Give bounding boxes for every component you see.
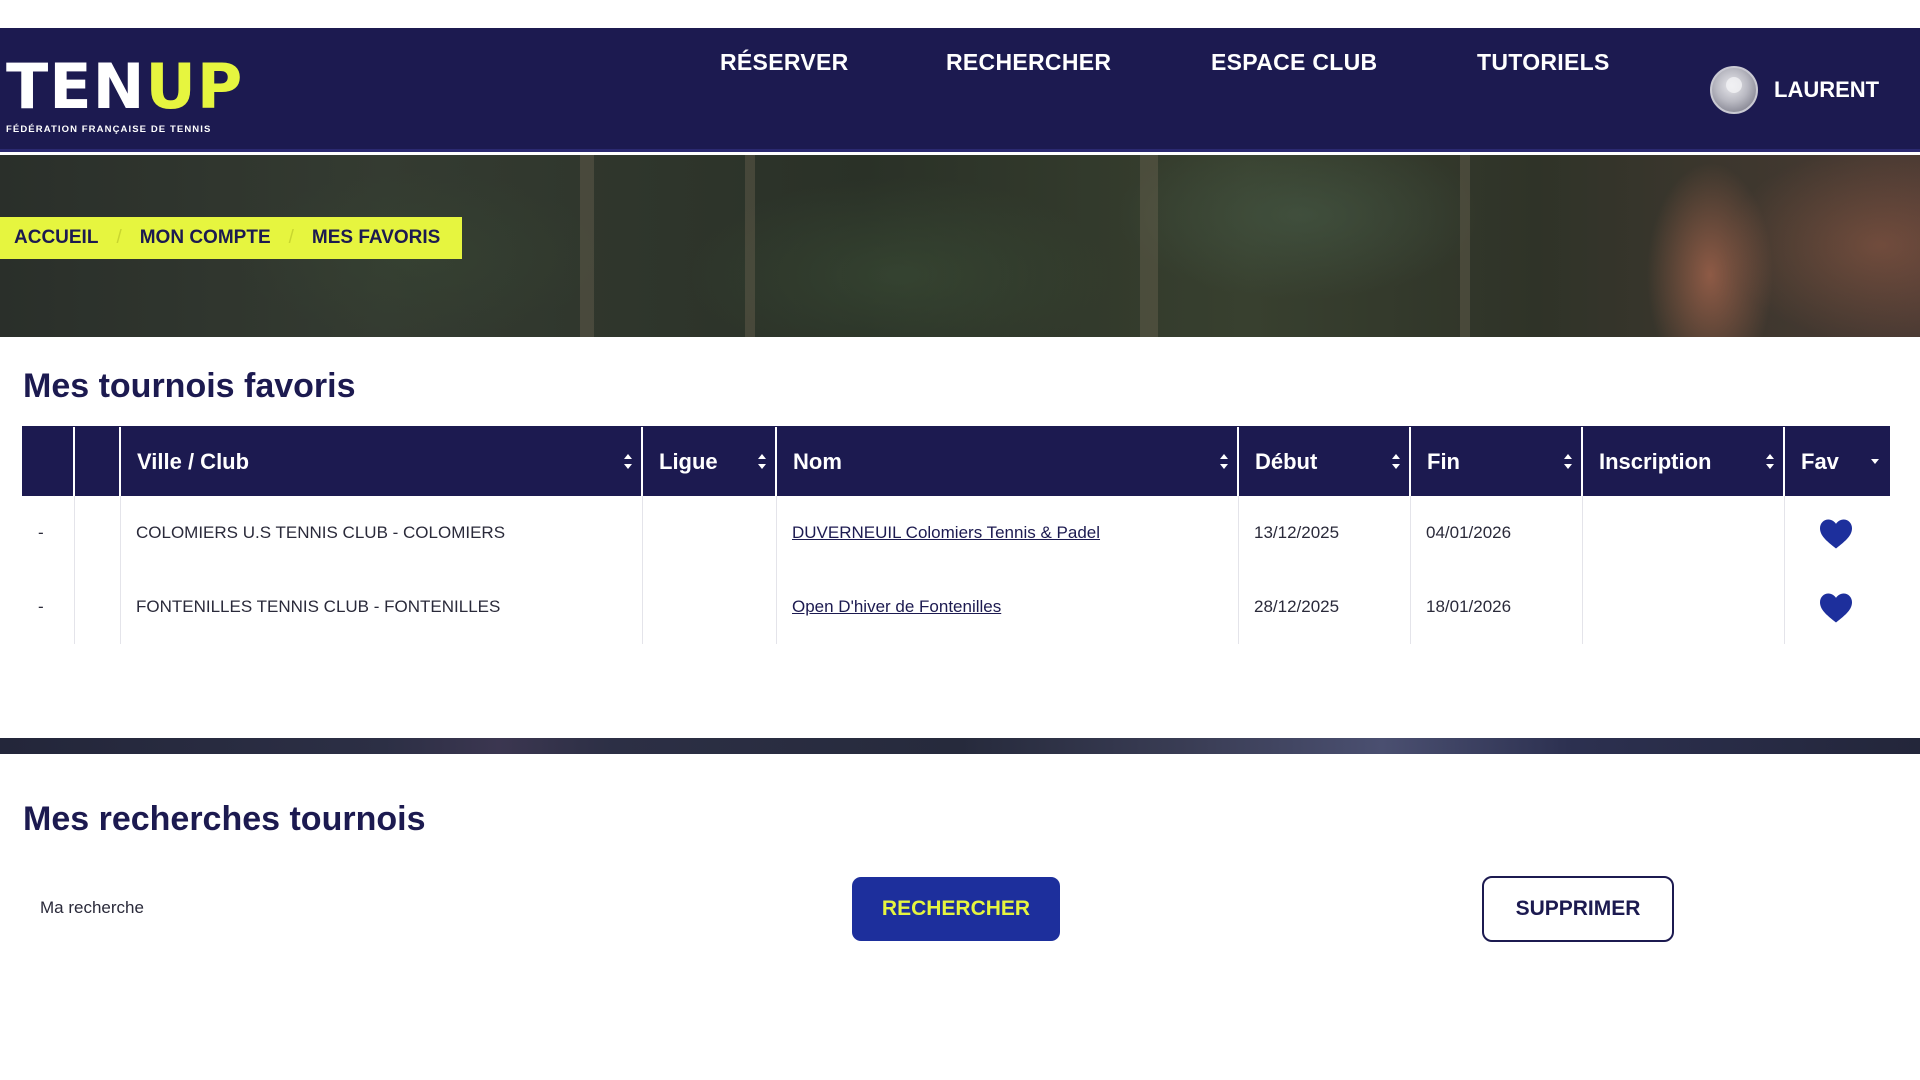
table-row: - FONTENILLES TENNIS CLUB - FONTENILLES … [22,570,1890,644]
column-header-fav[interactable]: Fav [1785,427,1889,497]
column-header-nom[interactable]: Nom [777,427,1239,497]
sort-icon [1765,454,1775,472]
favorite-heart-icon[interactable] [1818,592,1854,624]
hero-decor [1460,155,1470,337]
table-body: - COLOMIERS U.S TENNIS CLUB - COLOMIERS … [22,496,1890,644]
saved-search-label: Ma recherche [40,898,144,917]
cell-club: FONTENILLES TENNIS CLUB - FONTENILLES [136,597,501,616]
sort-icon [1219,454,1229,472]
cell-inscription [1582,496,1598,570]
column-header-ville-club[interactable]: Ville / Club [121,427,643,497]
hero-decor [1140,155,1158,337]
favorites-title: Mes tournois favoris [23,367,356,405]
user-name: LAURENT [1774,77,1880,102]
nav-item-rechercher[interactable]: RECHERCHER [946,0,1111,124]
logo-tagline: FÉDÉRATION FRANÇAISE DE TENNIS [6,124,212,135]
logo-up-text: UP [145,50,244,123]
user-avatar-icon [1710,66,1758,114]
column-header-fin[interactable]: Fin [1411,427,1583,497]
column-header-label: Fav [1801,449,1839,474]
sort-icon [1563,454,1573,472]
column-header-inscription[interactable]: Inscription [1583,427,1785,497]
column-header-blank-2 [75,427,121,497]
row-blank-cell [74,496,120,570]
breadcrumb-separator: / [116,227,122,248]
sort-icon [623,454,633,472]
breadcrumb: ACCUEIL / MON COMPTE / MES FAVORIS [0,217,463,259]
row-marker: - [38,597,44,616]
column-header-label: Ligue [659,449,718,474]
nav-item-reserver[interactable]: RÉSERVER [720,0,849,124]
section-divider [0,738,1920,754]
user-menu[interactable]: LAURENT [1710,28,1879,152]
favorites-table: Ville / Club Ligue Nom Début Fin Inscrip… [22,426,1890,644]
column-header-label: Ville / Club [137,449,250,474]
column-header-label: Fin [1427,449,1460,474]
cell-ligue [642,570,658,644]
nav-item-tutoriels[interactable]: TUTORIELS [1477,0,1610,124]
logo-ten-text: TEN [6,50,146,123]
sort-icon [1391,454,1401,472]
cell-fin: 04/01/2026 [1426,523,1512,542]
run-search-button[interactable]: RECHERCHER [852,877,1060,941]
table-header: Ville / Club Ligue Nom Début Fin Inscrip… [22,426,1890,497]
cell-tournament-link[interactable]: Open D'hiver de Fontenilles [776,570,1001,644]
delete-search-button[interactable]: SUPPRIMER [1482,876,1674,942]
column-header-label: Début [1255,449,1318,474]
cell-tournament-link[interactable]: DUVERNEUIL Colomiers Tennis & Padel [776,496,1100,570]
breadcrumb-mon-compte[interactable]: MON COMPTE [140,227,271,249]
favorite-heart-icon[interactable] [1818,518,1854,550]
cell-debut: 28/12/2025 [1254,597,1340,616]
hero-decor [745,155,755,337]
column-header-label: Inscription [1599,449,1712,474]
breadcrumb-accueil[interactable]: ACCUEIL [14,227,98,249]
table-row: - COLOMIERS U.S TENNIS CLUB - COLOMIERS … [22,496,1890,570]
tenup-logo[interactable]: TENUP FÉDÉRATION FRANÇAISE DE TENNIS [6,56,256,166]
breadcrumb-mes-favoris[interactable]: MES FAVORIS [312,227,440,249]
sort-icon [757,454,767,472]
sort-down-icon [1871,459,1879,464]
cell-ligue [642,496,658,570]
cell-debut: 13/12/2025 [1254,523,1340,542]
cell-club: COLOMIERS U.S TENNIS CLUB - COLOMIERS [136,523,506,542]
breadcrumb-separator: / [288,227,294,248]
column-header-label: Nom [793,449,842,474]
hero-decor [580,155,594,337]
column-header-debut[interactable]: Début [1239,427,1411,497]
nav-item-espace-club[interactable]: ESPACE CLUB [1211,0,1377,124]
row-blank-cell [74,570,120,644]
cell-fin: 18/01/2026 [1426,597,1512,616]
column-header-blank-1 [23,427,75,497]
searches-title: Mes recherches tournois [23,800,426,838]
cell-inscription [1582,570,1598,644]
row-marker: - [38,523,44,542]
column-header-ligue[interactable]: Ligue [643,427,777,497]
